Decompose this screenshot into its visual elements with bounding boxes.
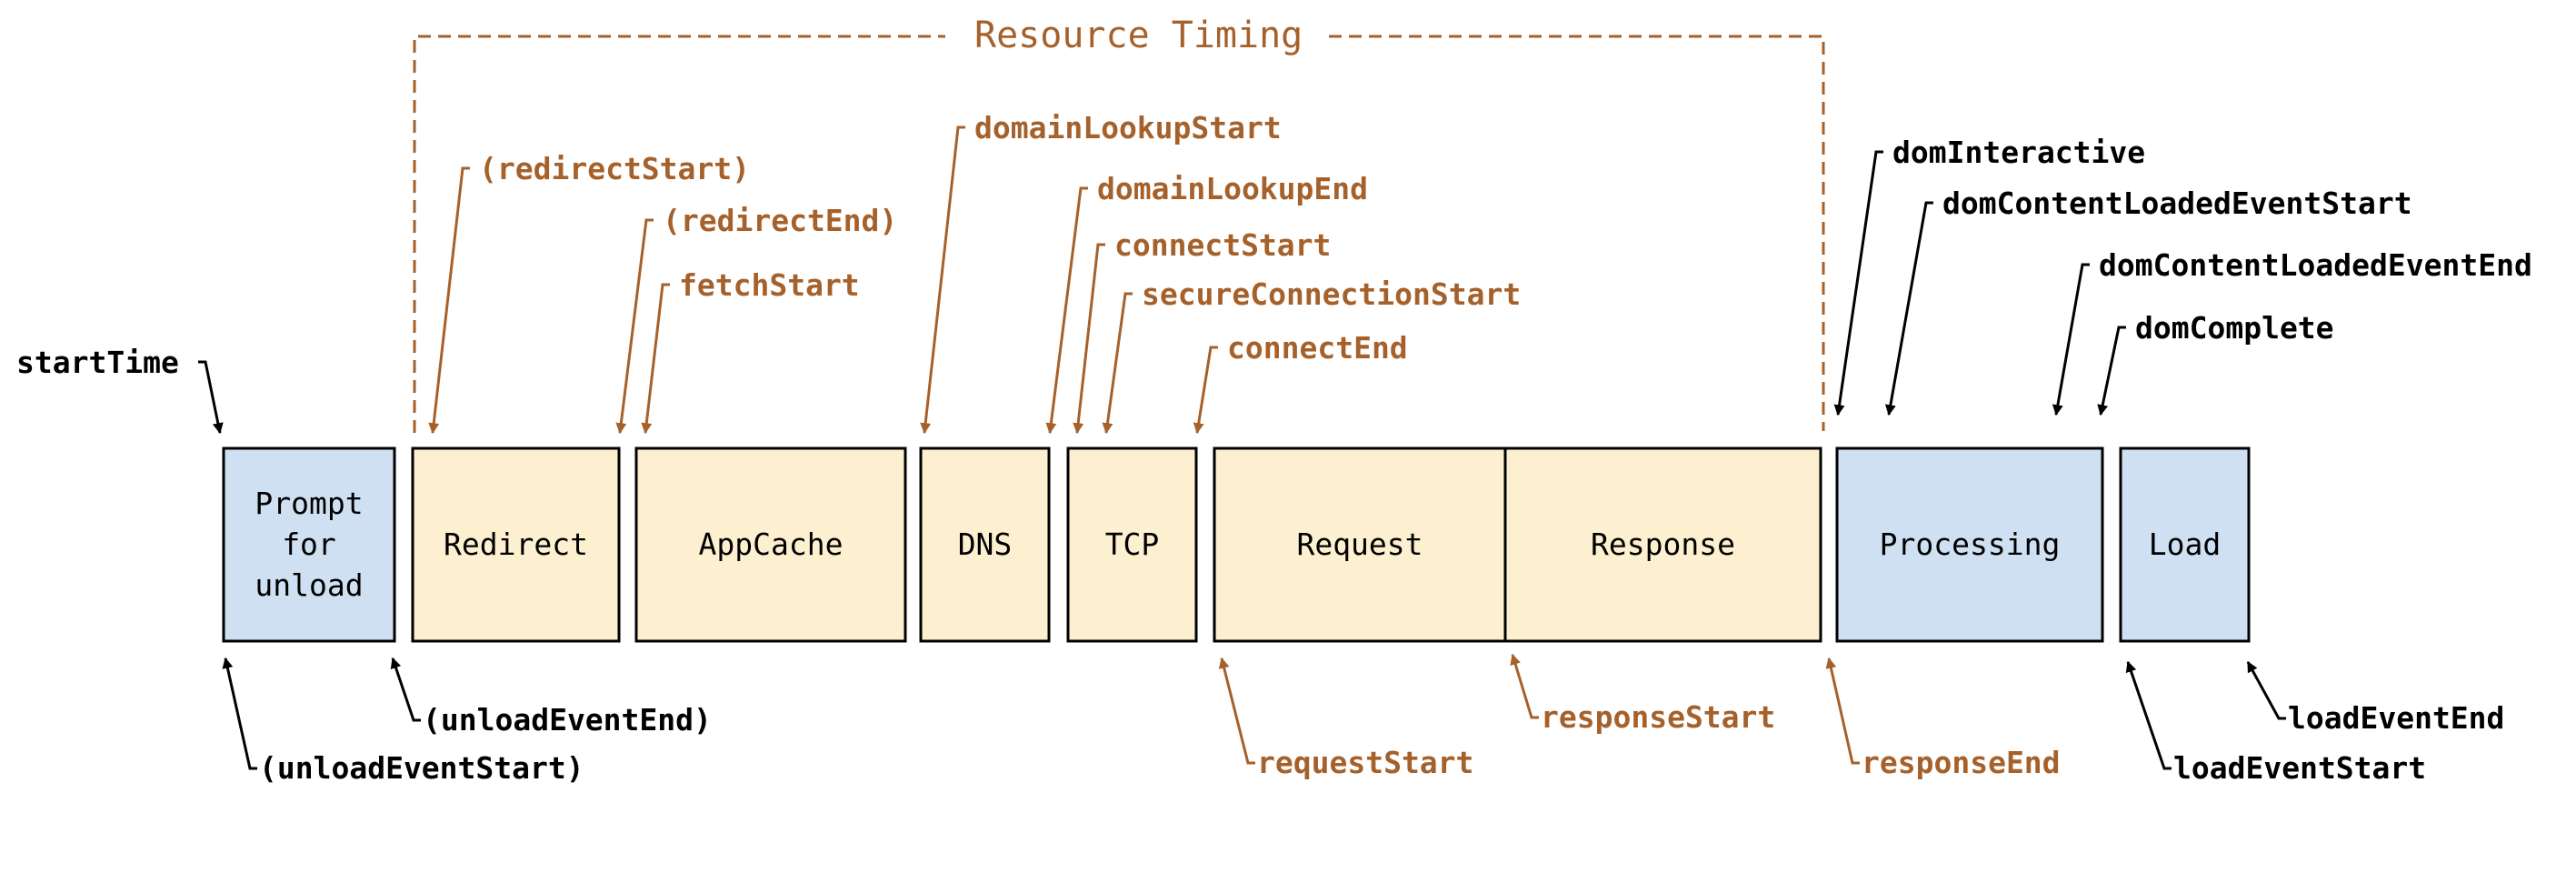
- marker-label: domainLookupStart: [974, 110, 1282, 145]
- top-markers: startTime (redirectStart) (redirectEnd) fet…: [16, 110, 2532, 435]
- marker-label: domContentLoadedEventStart: [1942, 186, 2412, 221]
- marker-arrow: [2246, 660, 2286, 720]
- marker-label: responseStart: [1541, 699, 1775, 735]
- phase-redirect: Redirect: [411, 446, 621, 643]
- marker-unloadEventEnd: (unloadEventEnd): [390, 657, 712, 737]
- marker-label: loadEventStart: [2173, 750, 2426, 786]
- phase-dns: DNS: [919, 446, 1051, 643]
- phase-label: AppCache: [699, 527, 844, 562]
- phase-processing: Processing: [1835, 446, 2104, 643]
- marker-label: (unloadEventStart): [259, 750, 584, 786]
- marker-arrow: [198, 360, 224, 435]
- marker-arrow: [1073, 243, 1105, 435]
- phase-prompt: Prompt for unload: [222, 446, 396, 643]
- marker-redirectEnd: (redirectEnd): [615, 203, 897, 435]
- marker-arrow: [390, 657, 421, 722]
- phase-label: Response: [1591, 527, 1735, 562]
- resource-timing-bracket: Resource Timing: [413, 15, 1825, 433]
- marker-requestStart: requestStart: [1218, 657, 1473, 780]
- resource-timing-title: Resource Timing: [974, 15, 1303, 56]
- marker-connectEnd: connectEnd: [1193, 330, 1408, 435]
- marker-responseEnd: responseEnd: [1825, 657, 2061, 780]
- marker-fetchStart: fetchStart: [641, 267, 860, 435]
- phase-appcache: AppCache: [634, 446, 907, 643]
- marker-label: (unloadEventEnd): [423, 702, 712, 737]
- bracket-right-segment: [1329, 35, 1825, 431]
- marker-label: domainLookupEnd: [1097, 171, 1368, 206]
- phase-label: TCP: [1105, 527, 1160, 562]
- marker-arrow: [222, 657, 257, 770]
- marker-label: loadEventEnd: [2288, 700, 2504, 736]
- phase-load: Load: [2119, 446, 2251, 643]
- phase-boxes: Prompt for unload Redirect AppCache DNS TCP Req…: [222, 446, 2251, 643]
- phase-label: unload: [255, 567, 363, 603]
- phase-label: Load: [2149, 527, 2221, 562]
- marker-arrow: [2052, 263, 2090, 416]
- marker-label: connectStart: [1114, 227, 1331, 263]
- phase-label: Prompt: [255, 486, 363, 521]
- marker-arrow: [1218, 657, 1255, 765]
- marker-arrow: [1102, 292, 1133, 435]
- marker-startTime: startTime: [16, 345, 224, 435]
- phase-tcp: TCP: [1066, 446, 1198, 643]
- phase-label: Request: [1296, 527, 1423, 562]
- phase-label: DNS: [958, 527, 1013, 562]
- phase-label: Processing: [1880, 527, 2061, 562]
- marker-responseStart: responseStart: [1510, 653, 1775, 735]
- marker-label: domContentLoadedEventEnd: [2099, 247, 2532, 283]
- marker-arrow: [920, 125, 965, 435]
- marker-arrow: [1193, 346, 1218, 435]
- marker-label: secureConnectionStart: [1142, 276, 1521, 312]
- phase-request: Request: [1213, 446, 1507, 643]
- marker-domComplete: domComplete: [2097, 310, 2334, 416]
- phase-response: Response: [1503, 446, 1822, 643]
- marker-label: connectEnd: [1227, 330, 1408, 366]
- marker-arrow: [1510, 653, 1539, 719]
- marker-loadEventEnd: loadEventEnd: [2246, 660, 2504, 736]
- phase-label: Redirect: [444, 527, 588, 562]
- marker-label: (redirectEnd): [663, 203, 897, 238]
- marker-arrow: [2097, 326, 2126, 416]
- marker-label: startTime: [16, 345, 179, 380]
- marker-domContentLoadedEventStart: domContentLoadedEventStart: [1884, 186, 2412, 416]
- marker-label: domComplete: [2135, 310, 2334, 346]
- marker-label: fetchStart: [679, 267, 860, 303]
- marker-label: requestStart: [1257, 745, 1473, 780]
- marker-arrow: [641, 283, 670, 435]
- marker-arrow: [1833, 150, 1883, 416]
- phase-label: for: [282, 527, 336, 562]
- bottom-markers: (unloadEventStart) (unloadEventEnd) reques…: [222, 653, 2504, 786]
- marker-label: (redirectStart): [479, 151, 750, 186]
- marker-arrow: [428, 166, 470, 435]
- marker-domainLookupStart: domainLookupStart: [920, 110, 1282, 435]
- marker-label: domInteractive: [1892, 135, 2145, 170]
- timing-diagram: Resource Timing Prompt for unload Redirect A…: [16, 15, 2532, 786]
- marker-label: responseEnd: [1862, 745, 2061, 780]
- marker-arrow: [1884, 201, 1933, 416]
- marker-arrow: [1825, 657, 1860, 765]
- marker-arrow: [2125, 660, 2172, 770]
